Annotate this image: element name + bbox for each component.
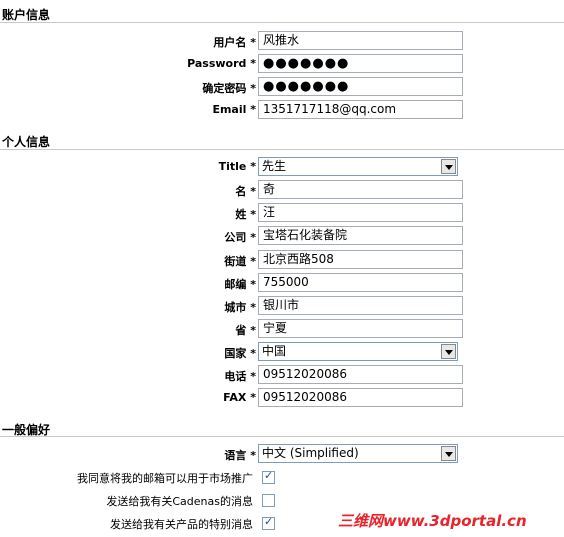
zip-field[interactable]: 755000 <box>258 273 463 292</box>
confirm-password-field[interactable]: ●●●●●●● <box>258 77 463 96</box>
site-watermark: 三维网www.3dportal.cn <box>338 512 527 530</box>
chevron-down-icon[interactable] <box>441 159 456 174</box>
fax-label: FAX * <box>223 391 256 404</box>
firstname-field[interactable]: 奇 <box>258 180 463 199</box>
province-label: 省 * <box>235 324 256 337</box>
chevron-down-icon[interactable] <box>441 344 456 359</box>
section-title-account: 账户信息 <box>2 8 51 22</box>
firstname-label: 名 * <box>235 185 256 198</box>
marketing-consent-label: 我同意将我的邮箱可以用于市场推广 <box>77 472 253 485</box>
marketing-consent-checkbox[interactable] <box>262 469 275 484</box>
province-field[interactable]: 宁夏 <box>258 319 463 338</box>
cadenas-news-label: 发送给我有关Cadenas的消息 <box>106 495 253 508</box>
cadenas-news-checkbox[interactable] <box>262 494 275 507</box>
section-divider <box>0 149 564 150</box>
language-select-value: 中文 (Simplified) <box>262 446 359 460</box>
title-select[interactable]: 先生 <box>258 157 458 176</box>
email-label: Email * <box>212 103 256 116</box>
phone-label: 电话 * <box>224 370 256 383</box>
company-field[interactable]: 宝塔石化装备院 <box>258 226 463 245</box>
company-label: 公司 * <box>224 231 256 244</box>
language-select[interactable]: 中文 (Simplified) <box>258 444 458 463</box>
section-divider <box>0 436 564 437</box>
fax-field[interactable]: 09512020086 <box>258 388 463 407</box>
confirm-password-label: 确定密码 * <box>202 82 256 95</box>
special-offers-label: 发送给我有关产品的特别消息 <box>110 518 253 531</box>
password-label: Password * <box>187 57 256 70</box>
section-divider <box>0 22 564 23</box>
street-field[interactable]: 北京西路508 <box>258 250 463 269</box>
country-label: 国家 * <box>224 347 256 360</box>
city-field[interactable]: 银川市 <box>258 296 463 315</box>
country-select[interactable]: 中国 <box>258 342 458 361</box>
special-offers-checkbox[interactable] <box>262 515 275 530</box>
zip-label: 邮编 * <box>224 278 256 291</box>
lastname-label: 姓 * <box>235 208 256 221</box>
country-select-value: 中国 <box>262 344 287 358</box>
username-field[interactable]: 风推水 <box>258 31 463 50</box>
title-label: Title * <box>218 160 256 173</box>
email-field[interactable]: 1351717118@qq.com <box>258 100 463 119</box>
lastname-field[interactable]: 汪 <box>258 203 463 222</box>
language-label: 语言 * <box>224 449 256 462</box>
title-select-value: 先生 <box>262 159 287 173</box>
street-label: 街道 * <box>224 255 256 268</box>
username-label: 用户名 * <box>213 36 256 49</box>
section-title-personal: 个人信息 <box>2 135 51 149</box>
phone-field[interactable]: 09512020086 <box>258 365 463 384</box>
password-field[interactable]: ●●●●●●● <box>258 54 463 73</box>
city-label: 城市 * <box>224 301 256 314</box>
chevron-down-icon[interactable] <box>441 446 456 461</box>
